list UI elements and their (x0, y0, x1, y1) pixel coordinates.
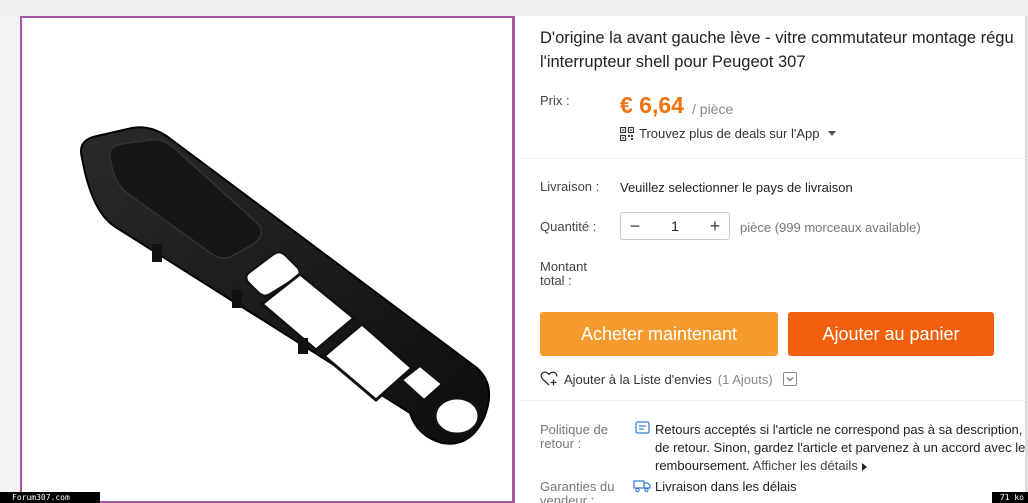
shipping-label: Livraison : (540, 179, 600, 194)
quantity-stepper: − 1 + (620, 212, 730, 240)
seller-warranty-label-line2: vendeur : (540, 493, 595, 503)
quantity-increase-button[interactable]: + (701, 213, 729, 239)
return-policy-label-line2: retour : (540, 436, 582, 451)
product-title: D'origine la avant gauche lève - vitre c… (540, 26, 1028, 74)
return-policy-line1: Retours acceptés si l'article ne corresp… (655, 422, 1023, 437)
app-deal-text: Trouvez plus de deals sur l'App (639, 126, 820, 141)
price-label: Prix : (540, 93, 570, 108)
product-image-panel[interactable] (20, 16, 515, 503)
heart-plus-icon (540, 371, 558, 386)
quantity-label: Quantité : (540, 219, 597, 234)
product-image (80, 126, 491, 445)
wishlist-link[interactable]: Ajouter à la Liste d'envies (1 Ajouts) (540, 371, 797, 387)
qr-code-icon (620, 126, 634, 141)
quantity-input[interactable]: 1 (649, 218, 701, 234)
total-label-line1: Montant (540, 259, 587, 274)
seller-warranty-label-line1: Garanties du (540, 479, 615, 494)
quantity-decrease-button[interactable]: − (621, 213, 649, 239)
section-divider-2 (520, 400, 1028, 401)
return-policy-label-line1: Politique de (540, 422, 608, 437)
caret-right-icon (861, 462, 867, 471)
return-policy-icon (635, 421, 650, 434)
add-to-cart-button[interactable]: Ajouter au panier (788, 312, 994, 356)
chevron-down-icon[interactable] (782, 372, 797, 386)
truck-icon (633, 480, 651, 493)
seller-warranty-value: Livraison dans les délais (655, 479, 797, 494)
image-size-label: 71 ko (992, 492, 1028, 503)
buy-now-button[interactable]: Acheter maintenant (540, 312, 778, 356)
total-label-line2: total : (540, 273, 572, 288)
wishlist-count: (1 Ajouts) (717, 371, 773, 387)
stock-note: pièce (999 morceaux available) (740, 220, 921, 235)
show-details-link[interactable]: Afficher les détails (753, 458, 858, 473)
price-unit: / pièce (692, 101, 734, 117)
product-title-line2: l'interrupteur shell pour Peugeot 307 (540, 53, 806, 71)
section-divider (520, 158, 1028, 159)
left-strip (0, 16, 20, 503)
shipping-value[interactable]: Veuillez selectionner le pays de livrais… (620, 180, 853, 195)
product-title-line1: D'origine la avant gauche lève - vitre c… (540, 29, 1014, 47)
forum-watermark: Forum307.com (0, 492, 100, 503)
wishlist-label: Ajouter à la Liste d'envies (564, 371, 712, 387)
price-value: € 6,64 (620, 92, 684, 118)
return-policy-line3: remboursement. (655, 458, 750, 473)
return-policy-label: Politique de retour : (540, 423, 620, 451)
return-policy-text: Retours acceptés si l'article ne corresp… (655, 421, 1028, 475)
top-strip (0, 0, 1028, 16)
seller-warranty-label: Garanties du vendeur : (540, 480, 620, 503)
product-page: D'origine la avant gauche lève - vitre c… (0, 0, 1028, 503)
return-policy-line3-wrap: remboursement. Afficher les détails (655, 457, 1028, 475)
return-policy-line2: de retour. Sinon, gardez l'article et pa… (655, 440, 1026, 455)
caret-down-icon (828, 131, 837, 136)
app-deal-link[interactable]: Trouvez plus de deals sur l'App (620, 126, 837, 141)
